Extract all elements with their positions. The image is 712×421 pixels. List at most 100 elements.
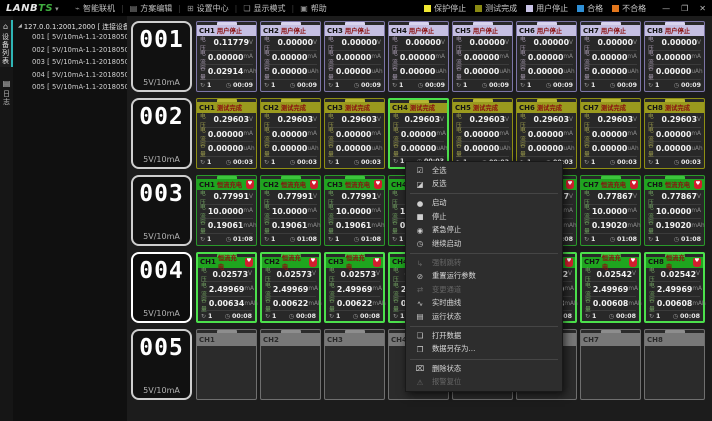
channel-card-005-CH8[interactable]: CH8	[644, 329, 705, 400]
context-menu-item-6[interactable]: ◷继续启动	[406, 237, 562, 250]
menu-item-3[interactable]: ⊞设置中心	[181, 3, 235, 14]
voltage-value: 0.77991	[278, 192, 314, 201]
channel-card-005-CH3[interactable]: CH3	[324, 329, 385, 400]
channel-card-002-CH2[interactable]: CH2测试完成电压0.29603V电流0.00000mA容量0.00000uAh…	[260, 98, 321, 169]
loop-counter: ↻1	[649, 313, 660, 320]
channel-card-003-CH2[interactable]: CH2恒流充电♥电压0.77991V电流10.0000mA容量0.19061mA…	[260, 175, 321, 246]
voltage-row: 电压0.77867V	[648, 190, 701, 205]
voltage-unit: V	[696, 271, 700, 277]
context-menu-item-2[interactable]: ◪反选	[406, 177, 562, 190]
channel-card-002-CH4[interactable]: CH4测试完成电压0.29603V电流0.00000mA容量0.00000uAh…	[388, 98, 449, 169]
channel-card-001-CH8[interactable]: CH8用户停止电压0.00000V电流0.00000mA容量0.00000uAh…	[644, 21, 705, 92]
voltage-value: 0.02542	[661, 270, 697, 279]
current-unit: mA	[307, 54, 317, 60]
current-unit: mA	[243, 131, 253, 137]
voltage-value: 0.00000	[534, 38, 570, 47]
tree-item-004[interactable]: 004 [ 5V/10mA-1.1-20180501004 ]	[15, 69, 127, 82]
device-display-003[interactable]: 0035V/10mA	[131, 175, 192, 246]
context-menu-item-8[interactable]: ⊘重置运行参数	[406, 270, 562, 283]
channel-card-001-CH7[interactable]: CH7用户停止电压0.00000V电流0.00000mA容量0.00000uAh…	[580, 21, 641, 92]
tree-item-005[interactable]: 005 [ 5V/10mA-1.1-20180501005 ]	[15, 81, 127, 94]
minimize-button[interactable]: —	[662, 4, 670, 13]
voltage-row: 电压0.29603V	[584, 113, 637, 128]
alarm-shield-icon: ♥	[565, 258, 573, 267]
device-display-002[interactable]: 0025V/10mA	[131, 98, 192, 169]
clock-icon: ◷	[609, 313, 614, 320]
context-menu-item-14[interactable]: ⌧删除状态	[406, 362, 562, 375]
channel-card-001-CH4[interactable]: CH4用户停止电压0.00000V电流0.00000mA容量0.00000uAh…	[388, 21, 449, 92]
clock-icon: ◷	[289, 313, 294, 320]
context-menu-item-13[interactable]: ❐数据另存为...	[406, 343, 562, 356]
menu-label: 智能联机	[83, 3, 115, 14]
channel-card-002-CH1[interactable]: CH1测试完成电压0.29603V电流0.00000mA容量0.00000uAh…	[196, 98, 257, 169]
context-menu-item-3[interactable]: ●启动	[406, 197, 562, 210]
channel-status: 用户停止	[345, 26, 370, 35]
channel-card-005-CH7[interactable]: CH7	[580, 329, 641, 400]
voltage-unit: V	[377, 117, 381, 123]
channel-card-003-CH3[interactable]: CH3恒流充电♥电压0.77991V电流10.0000mA容量0.19061mA…	[324, 175, 385, 246]
menu-item-5[interactable]: ▣帮助	[294, 3, 333, 14]
tree-item-001[interactable]: 001 [ 5V/10mA-1.1-20180501001 ]	[15, 31, 127, 44]
context-menu-item-5[interactable]: ◉紧急停止	[406, 224, 562, 237]
channel-footer: ↻1◷00:09	[197, 80, 256, 91]
channel-card-003-CH8[interactable]: CH8恒流充电♥电压0.77867V电流10.0000mA容量0.19020mA…	[644, 175, 705, 246]
context-menu-item-4[interactable]: ■停止	[406, 210, 562, 223]
channel-card-001-CH5[interactable]: CH5用户停止电压0.00000V电流0.00000mA容量0.00000uAh…	[452, 21, 513, 92]
close-button[interactable]: ✕	[699, 4, 706, 13]
channel-card-005-CH1[interactable]: CH1	[196, 329, 257, 400]
tree-item-003[interactable]: 003 [ 5V/10mA-1.1-20180501003 ]	[15, 56, 127, 69]
channel-card-001-CH6[interactable]: CH6用户停止电压0.00000V电流0.00000mA容量0.00000uAh…	[516, 21, 577, 92]
context-menu-item-1[interactable]: ☑全选	[406, 164, 562, 177]
tree-item-002[interactable]: 002 [ 5V/10mA-1.1-20180501002 ]	[15, 44, 127, 57]
channel-card-003-CH1[interactable]: CH1恒流充电♥电压0.77991V电流10.0000mA容量0.19061mA…	[196, 175, 257, 246]
channel-card-001-CH1[interactable]: CH1用户停止电压0.11779V电流0.00000mA容量0.02914mAh…	[196, 21, 257, 92]
capacity-value: 0.19061	[272, 221, 308, 230]
channel-card-002-CH3[interactable]: CH3测试完成电压0.29603V电流0.00000mA容量0.00000uAh…	[324, 98, 385, 169]
channel-card-002-CH5[interactable]: CH5测试完成电压0.29603V电流0.00000mA容量0.00000uAh…	[452, 98, 513, 169]
capacity-label: 容量	[584, 63, 590, 81]
context-menu-item-11[interactable]: ▤运行状态	[406, 310, 562, 323]
channel-card-001-CH2[interactable]: CH2用户停止电压0.00000V电流0.00000mA容量0.00000uAh…	[260, 21, 321, 92]
capacity-row: 容量0.02914mAh	[200, 65, 253, 80]
menu-item-4[interactable]: ❏显示模式	[237, 3, 291, 14]
current-unit: mA	[371, 208, 381, 214]
device-number: 003	[139, 183, 184, 206]
menu-item-1[interactable]: ⌁智能联机	[69, 3, 121, 14]
channel-values: 电压0.00000V电流0.00000mA容量0.00000uAh	[389, 36, 448, 80]
device-display-005[interactable]: 0055V/10mA	[131, 329, 192, 400]
channel-footer: ↻1◷00:08	[262, 311, 319, 321]
context-menu-item-10[interactable]: ∿实时曲线	[406, 297, 562, 310]
device-display-004[interactable]: 0045V/10mA	[131, 252, 192, 323]
channel-card-004-CH3[interactable]: CH3恒流充电♥电压0.02573V电流2.49969mA容量0.00622mA…	[324, 252, 385, 323]
channel-values: 电压0.00000V电流0.00000mA容量0.00000uAh	[261, 36, 320, 80]
channel-status: 恒流充电	[601, 180, 626, 189]
menu-item-2[interactable]: ▤方案编辑	[124, 3, 179, 14]
channel-card-002-CH8[interactable]: CH8测试完成电压0.29603V电流0.00000mA容量0.00000uAh…	[644, 98, 705, 169]
loop-counter: ↻1	[648, 159, 659, 166]
channel-card-004-CH2[interactable]: CH2恒流充电♥电压0.02573V电流2.49969mA容量0.00622mA…	[260, 252, 321, 323]
loop-counter: ↻1	[520, 82, 531, 89]
sidebar-tab-2[interactable]: ▤日志	[0, 77, 13, 108]
capacity-unit: mAh	[563, 223, 576, 229]
loop-count: 1	[463, 82, 467, 89]
channel-card-002-CH7[interactable]: CH7测试完成电压0.29603V电流0.00000mA容量0.00000uAh…	[580, 98, 641, 169]
context-menu-item-12[interactable]: ❏打开数据	[406, 329, 562, 342]
channel-card-001-CH3[interactable]: CH3用户停止电压0.00000V电流0.00000mA容量0.00000uAh…	[324, 21, 385, 92]
capacity-row: 容量0.00000uAh	[456, 142, 509, 157]
voltage-row: 电压0.00000V	[584, 36, 637, 51]
legend-label: 保护停止	[434, 3, 466, 14]
device-display-001[interactable]: 0015V/10mA	[131, 21, 192, 92]
loop-counter: ↻1	[392, 82, 403, 89]
channel-card-005-CH2[interactable]: CH2	[260, 329, 321, 400]
channel-card-004-CH7[interactable]: CH7恒流充电♥电压0.02542V电流2.49969mA容量0.00608mA…	[580, 252, 641, 323]
channel-card-004-CH8[interactable]: CH8恒流充电♥电压0.02542V电流2.49969mA容量0.00608mA…	[644, 252, 705, 323]
channel-card-004-CH1[interactable]: CH1恒流充电♥电压0.02573V电流2.49969mA容量0.00634mA…	[196, 252, 257, 323]
channel-card-002-CH6[interactable]: CH6测试完成电压0.29603V电流0.00000mA容量0.00000uAh…	[516, 98, 577, 169]
tree-root[interactable]: ◢ 127.0.0.1:2001,2000 [ 连接设备5 台 ]	[15, 21, 127, 31]
sidebar-tab-1[interactable]: ⌂设备列表	[0, 20, 13, 67]
channel-card-003-CH7[interactable]: CH7恒流充电♥电压0.77867V电流10.0000mA容量0.19020mA…	[580, 175, 641, 246]
voltage-row: 电压0.29603V	[520, 113, 573, 128]
menu-separator	[410, 359, 558, 360]
status-legend: 保护停止测试完成用户停止合格不合格	[424, 3, 646, 14]
maximize-button[interactable]: ❐	[681, 4, 688, 13]
